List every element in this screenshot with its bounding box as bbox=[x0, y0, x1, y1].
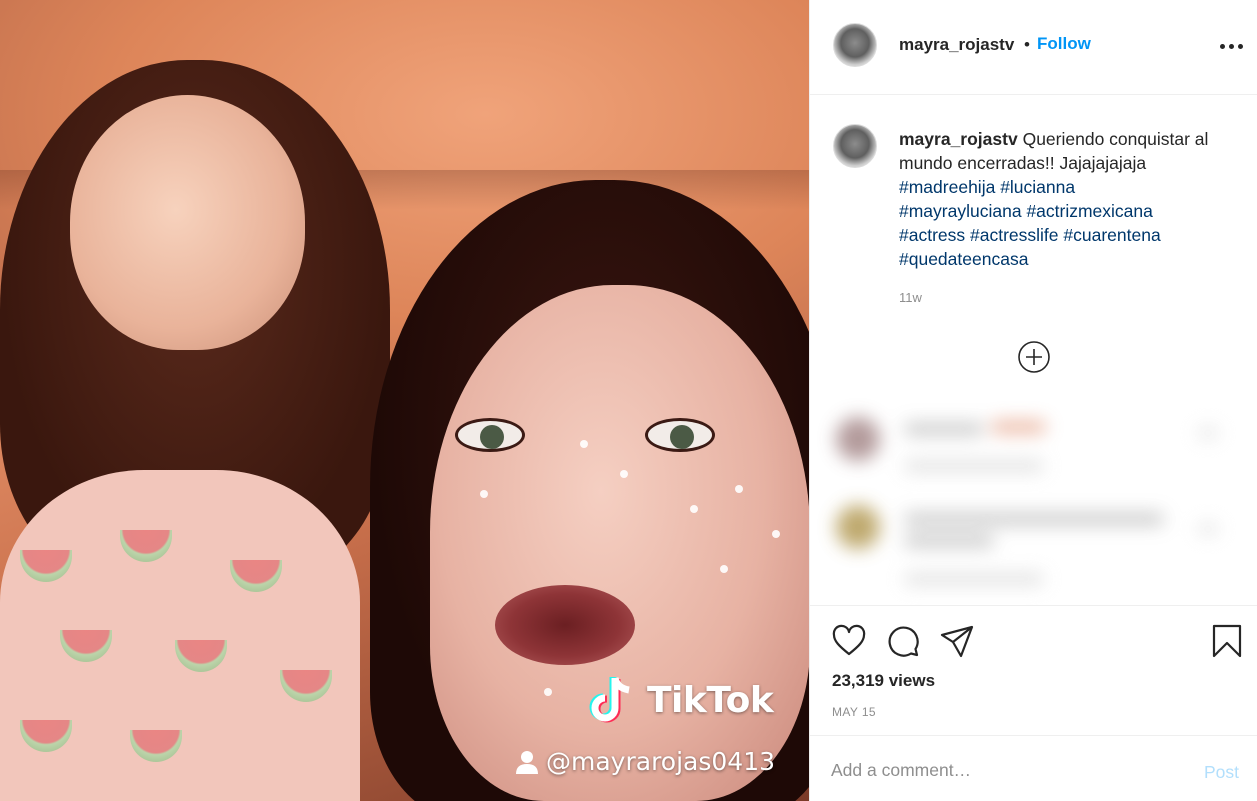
blurred-text bbox=[904, 423, 984, 435]
tiktok-handle-text: @mayrarojas0413 bbox=[546, 747, 776, 776]
tiktok-watermark: TikTok bbox=[585, 672, 774, 728]
hashtag[interactable]: #madreehija bbox=[899, 177, 995, 197]
follow-button[interactable]: Follow bbox=[1037, 34, 1091, 54]
blurred-emoji bbox=[991, 421, 1046, 433]
sparkle bbox=[620, 470, 628, 478]
hashtag[interactable]: #cuarentena bbox=[1063, 225, 1160, 245]
hashtag[interactable]: #actresslife bbox=[970, 225, 1059, 245]
watermelon-print bbox=[280, 670, 332, 702]
blurred-meta bbox=[904, 460, 1044, 472]
load-more-comments-icon[interactable] bbox=[1017, 340, 1051, 374]
caption-username[interactable]: mayra_rojastv bbox=[899, 129, 1018, 149]
blurred-avatar bbox=[836, 417, 880, 461]
tiktok-note-icon bbox=[589, 677, 630, 723]
blurred-like bbox=[1198, 523, 1218, 535]
user-icon bbox=[516, 750, 538, 774]
header-separator: • bbox=[1024, 35, 1030, 54]
caption-avatar[interactable] bbox=[833, 124, 877, 168]
watermelon-print bbox=[230, 560, 282, 592]
blurred-text bbox=[904, 513, 1164, 525]
comment-bar: Post bbox=[809, 735, 1257, 801]
comment-input[interactable] bbox=[831, 756, 1171, 784]
view-count[interactable]: 23,319 views bbox=[832, 671, 935, 691]
girl-shirt bbox=[0, 470, 360, 801]
left-eye bbox=[455, 418, 525, 452]
watermelon-print bbox=[20, 550, 72, 582]
sparkle bbox=[772, 530, 780, 538]
watermelon-print bbox=[120, 530, 172, 562]
avatar[interactable] bbox=[833, 23, 877, 67]
hashtag[interactable]: #quedateencasa bbox=[899, 249, 1028, 269]
blurred-avatar bbox=[836, 505, 880, 549]
post-button[interactable]: Post bbox=[1204, 762, 1239, 783]
post-header: mayra_rojastv • Follow bbox=[810, 0, 1257, 95]
sparkle bbox=[690, 505, 698, 513]
sparkle bbox=[480, 490, 488, 498]
lips bbox=[495, 585, 635, 665]
hashtag[interactable]: #mayrayluciana bbox=[899, 201, 1022, 221]
right-eye bbox=[645, 418, 715, 452]
comment-icon[interactable] bbox=[885, 623, 921, 659]
blurred-comments bbox=[826, 405, 1236, 595]
girl-face bbox=[70, 95, 305, 350]
header-username[interactable]: mayra_rojastv bbox=[899, 35, 1014, 55]
share-icon[interactable] bbox=[939, 623, 975, 659]
blurred-meta bbox=[904, 573, 1044, 585]
post-video[interactable]: TikTok @mayrarojas0413 bbox=[0, 0, 809, 801]
sparkle bbox=[544, 688, 552, 696]
sparkle bbox=[580, 440, 588, 448]
post-date[interactable]: MAY 15 bbox=[832, 705, 876, 719]
blurred-like bbox=[1198, 427, 1218, 439]
watermelon-print bbox=[130, 730, 182, 762]
more-icon[interactable] bbox=[1216, 36, 1246, 56]
watermelon-print bbox=[60, 630, 112, 662]
sparkle bbox=[720, 565, 728, 573]
bookmark-icon[interactable] bbox=[1209, 623, 1245, 659]
hashtag[interactable]: #lucianna bbox=[1000, 177, 1075, 197]
blurred-text bbox=[904, 535, 994, 547]
tiktok-brand: TikTok bbox=[647, 679, 774, 721]
caption: mayra_rojastv Queriendo conquistar al mu… bbox=[899, 127, 1229, 271]
heart-icon[interactable] bbox=[831, 623, 867, 659]
hashtag[interactable]: #actress bbox=[899, 225, 965, 245]
watermelon-print bbox=[20, 720, 72, 752]
caption-timestamp[interactable]: 11w bbox=[899, 290, 922, 305]
post-actions: 23,319 views MAY 15 bbox=[809, 605, 1257, 735]
hashtag[interactable]: #actrizmexicana bbox=[1026, 201, 1152, 221]
tiktok-handle: @mayrarojas0413 bbox=[514, 747, 775, 776]
watermelon-print bbox=[175, 640, 227, 672]
sparkle bbox=[735, 485, 743, 493]
